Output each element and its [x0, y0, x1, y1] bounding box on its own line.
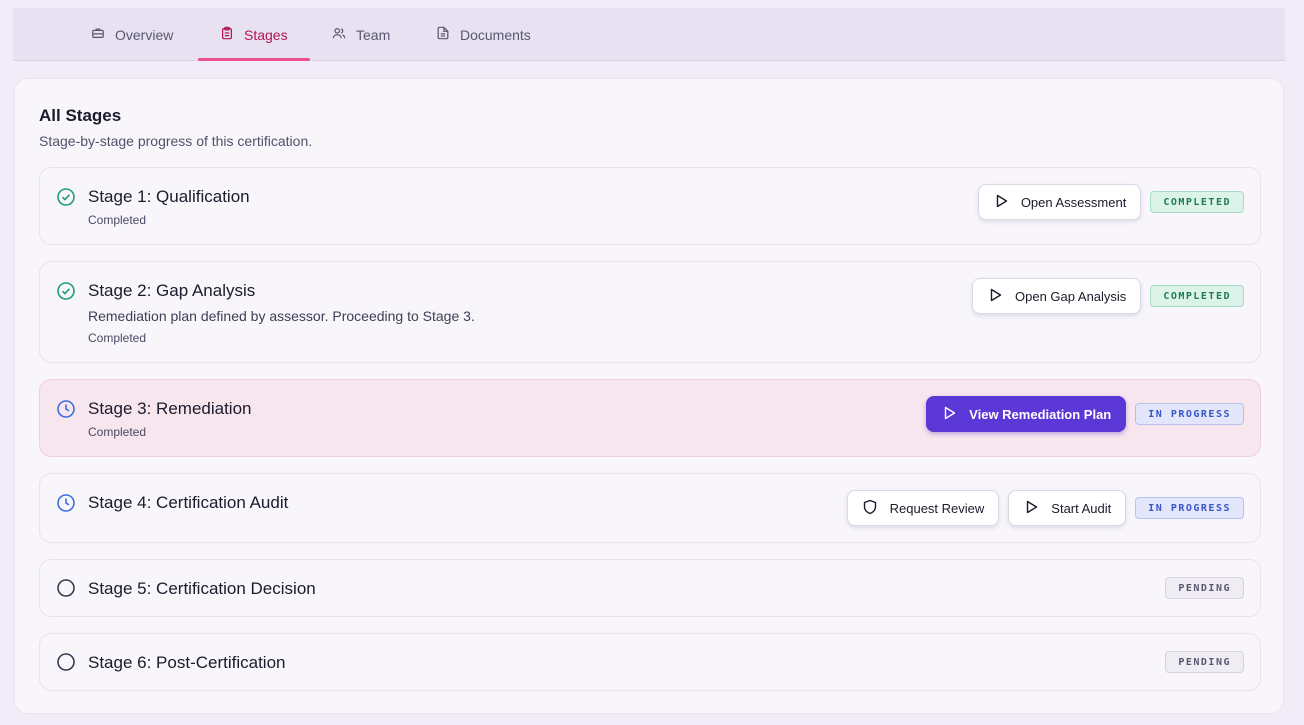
view-remediation-plan-button[interactable]: View Remediation Plan — [926, 396, 1127, 432]
stage-row: Stage 4: Certification Audit Request Rev… — [39, 473, 1261, 543]
stage-row: Stage 3: Remediation Completed View Reme… — [39, 379, 1261, 457]
tab-team[interactable]: Team — [332, 8, 390, 61]
stage-status: Completed — [88, 331, 147, 345]
circle-icon — [56, 652, 76, 672]
open-assessment-button[interactable]: Open Assessment — [977, 184, 1142, 220]
button-label: View Remediation Plan — [969, 406, 1112, 422]
button-label: Open Gap Analysis — [1015, 288, 1127, 304]
tab-label: Stages — [244, 26, 288, 43]
section-subtitle: Stage-by-stage progress of this certific… — [39, 133, 313, 149]
stage-title: Stage 6: Post-Certification — [88, 653, 286, 672]
users-icon — [332, 26, 346, 43]
tab-label: Team — [356, 26, 391, 43]
tab-label: Overview — [115, 26, 174, 43]
check-circle-icon — [56, 281, 76, 301]
tab-stages[interactable]: Stages — [198, 8, 310, 61]
clipboard-icon — [220, 26, 234, 43]
stage-row: Stage 6: Post-Certification PENDING — [39, 633, 1261, 691]
file-text-icon — [436, 26, 450, 43]
status-badge: PENDING — [1165, 651, 1244, 673]
tab-label: Documents — [460, 26, 531, 43]
open-gap-analysis-button[interactable]: Open Gap Analysis — [972, 278, 1142, 314]
tab-documents[interactable]: Documents — [436, 8, 531, 61]
status-badge: IN PROGRESS — [1135, 497, 1244, 519]
stage-title: Stage 5: Certification Decision — [88, 579, 316, 598]
stages-card: All Stages Stage-by-stage progress of th… — [14, 78, 1284, 714]
button-label: Start Audit — [1051, 500, 1112, 516]
briefcase-icon — [91, 26, 105, 43]
stage-status: Completed — [88, 213, 147, 227]
stage-row: Stage 2: Gap Analysis Remediation plan d… — [39, 261, 1261, 363]
tab-bar: Overview Stages Team Documents — [13, 8, 1285, 61]
tab-overview[interactable]: Overview — [91, 8, 173, 61]
shield-icon — [862, 499, 878, 518]
clock-icon — [56, 399, 76, 419]
check-circle-icon — [56, 187, 76, 207]
clock-icon — [56, 493, 76, 513]
status-badge: COMPLETED — [1150, 285, 1244, 307]
stage-title: Stage 1: Qualification — [88, 187, 250, 206]
stage-row: Stage 1: Qualification Completed Open As… — [39, 167, 1261, 245]
circle-icon — [56, 578, 76, 598]
stage-description: Remediation plan defined by assessor. Pr… — [88, 308, 475, 324]
request-review-button[interactable]: Request Review — [846, 490, 1000, 526]
stage-row: Stage 5: Certification Decision PENDING — [39, 559, 1261, 617]
stage-title: Stage 2: Gap Analysis — [88, 281, 256, 300]
play-icon — [987, 287, 1003, 306]
stage-title: Stage 3: Remediation — [88, 399, 252, 418]
play-icon — [941, 405, 957, 424]
status-badge: COMPLETED — [1150, 191, 1244, 213]
play-icon — [993, 193, 1009, 212]
stage-status: Completed — [88, 425, 147, 439]
status-badge: IN PROGRESS — [1135, 403, 1244, 425]
start-audit-button[interactable]: Start Audit — [1008, 490, 1127, 526]
button-label: Open Assessment — [1020, 194, 1127, 210]
play-icon — [1023, 499, 1039, 518]
status-badge: PENDING — [1165, 577, 1244, 599]
section-title: All Stages — [39, 106, 122, 125]
button-label: Request Review — [889, 500, 985, 516]
stage-title: Stage 4: Certification Audit — [88, 493, 289, 512]
